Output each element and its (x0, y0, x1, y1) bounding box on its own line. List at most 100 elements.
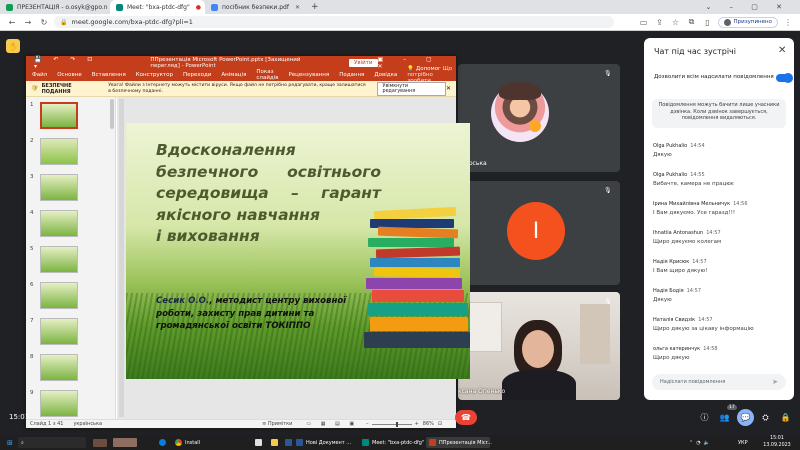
taskbar-clock[interactable]: 15:01 13.09.2023 (760, 436, 794, 449)
ppt-ribbon-tabs: Файл Основне Вставлення Конструктор Пере… (26, 66, 456, 84)
body-shape (502, 370, 576, 400)
activities-icon[interactable]: ⛭ (757, 409, 774, 426)
quick-access-toolbar[interactable]: 💾 ↶ ↷ ⊡ ▾ (34, 56, 98, 70)
taskbar-app-explorer[interactable] (268, 437, 281, 448)
new-tab-button[interactable]: + (311, 2, 319, 12)
tab-view[interactable]: Подання (339, 72, 364, 78)
participant-tile-3[interactable]: 🎙 ксана Опенько (458, 292, 620, 400)
avatar (491, 82, 549, 142)
edge-icon (159, 439, 166, 446)
chat-info-note: Повідомлення можуть бачити лише учасники… (652, 99, 786, 128)
windows-taskbar: ⊞ ⌕ Install Нові Документ ... Meet: "bxa… (0, 435, 800, 450)
chrome-icon (175, 439, 182, 446)
lock-icon: 🔒 (60, 18, 68, 26)
send-icon[interactable]: ➤ (772, 378, 778, 386)
mail-icon (285, 439, 292, 446)
slide-thumbnail[interactable] (40, 318, 78, 345)
people-icon[interactable]: 👥 (716, 409, 733, 426)
tray-icons[interactable]: ⌃ ◔ 🔈 (686, 437, 713, 448)
tab-slideshow[interactable]: Показ слайдів (256, 69, 278, 81)
chat-message: Наталія Свидзік 14:57 Щиро дякую за цікав… (653, 317, 754, 332)
taskbar-app-word[interactable]: Нові Документ ... (293, 437, 355, 448)
chat-message: Ihnatiia Antonashun 14:57 Щиро дякуємо ко… (653, 230, 722, 245)
close-icon[interactable]: ✕ (446, 85, 451, 92)
slide-thumbnail[interactable] (40, 246, 78, 273)
participant-tile-1[interactable]: 🎙 атурська (458, 64, 620, 172)
tab-help[interactable]: Довідка (374, 72, 397, 78)
browser-tab-presentation[interactable]: ПРЕЗЕНТАЦІЯ - o.osyk@gpo.n ✕ (0, 0, 110, 14)
chat-message: Надія Бодія 14:57 Дякую (653, 288, 702, 303)
taskbar-app-meet[interactable]: Meet: "bxa-ptdc-dfg" (359, 437, 424, 448)
chat-message: Olga Pukhalio 14:54 Дякую (653, 143, 705, 158)
camera-icon[interactable]: ▭ (638, 18, 650, 27)
sidebar-icon[interactable]: ▯ (702, 18, 714, 27)
record-icon: ● (195, 3, 201, 11)
chat-title: Чат під час зустрічі (654, 47, 736, 56)
signin-button[interactable]: Увійти (349, 58, 378, 67)
tab-home[interactable]: Основне (57, 72, 82, 78)
slide-thumbnail[interactable] (40, 174, 78, 201)
search-icon: ⌕ (21, 439, 24, 446)
meet-control-bar: 15:01 ☎ ⓘ 👥 17 💬 ⛭ 🔒 (0, 403, 800, 435)
tab-design[interactable]: Конструктор (136, 72, 173, 78)
protected-view-bar: 🛡 БЕЗПЕЧНЕ ПОДАННЯ Увага! Файли з Інтерн… (26, 81, 456, 97)
task-view-button[interactable] (90, 437, 110, 448)
taskbar-app-edge[interactable] (156, 437, 169, 448)
taskbar-app-chrome[interactable]: Install (172, 437, 203, 448)
window-controls[interactable]: ⌄ – ▢ ✕ (705, 3, 790, 11)
windows-icon: ⊞ (7, 438, 13, 447)
url-field[interactable]: 🔒 meet.google.com/bxa-ptdc-dfg?pli=1 (54, 16, 614, 28)
taskbar-app-powerpoint[interactable]: ППрезентація Micr... (426, 437, 492, 448)
participant-tile-2[interactable]: І 🎙 а (458, 181, 620, 285)
menu-icon[interactable]: ⋮ (782, 18, 794, 27)
reload-icon[interactable]: ↻ (38, 18, 50, 27)
back-icon[interactable]: ← (6, 18, 18, 27)
taskbar-search[interactable]: ⌕ (18, 437, 86, 448)
hand-raise-icon[interactable]: ✋ (6, 39, 20, 53)
slide-thumbnail[interactable] (40, 354, 78, 381)
book-stack-image (364, 206, 470, 379)
tab-file[interactable]: Файл (32, 72, 47, 78)
close-icon[interactable]: ✕ (295, 4, 300, 11)
start-button[interactable]: ⊞ (4, 437, 16, 448)
participants-badge: 17 (727, 405, 737, 410)
hang-up-button[interactable]: ☎ (455, 410, 477, 425)
share-icon[interactable]: ⇪ (654, 18, 666, 27)
mic-off-icon: 🎙 (604, 187, 612, 194)
extensions-icon[interactable]: ⧉ (686, 17, 698, 27)
tab-review[interactable]: Рецензування (288, 72, 329, 78)
slide-editor: Вдосконалення безпечного освітнього сере… (117, 97, 470, 419)
star-icon[interactable]: ☆ (670, 18, 682, 27)
ppt-titlebar: 💾 ↶ ↷ ⊡ ▾ ППрезентація Microsoft PowerPo… (26, 56, 456, 70)
widgets-button[interactable] (110, 437, 140, 448)
slide-thumbnail[interactable] (40, 282, 78, 309)
chat-icon[interactable]: 💬 (737, 409, 754, 426)
keyboard-language[interactable]: УКР (735, 437, 751, 448)
host-controls-icon[interactable]: 🔒 (777, 409, 794, 426)
taskbar-app-calendar[interactable] (252, 437, 265, 448)
slide-thumbnail[interactable] (40, 138, 78, 165)
editor-scrollbar[interactable] (119, 99, 124, 417)
slide-thumbnail[interactable] (40, 210, 78, 237)
browser-tab-pdf[interactable]: посібник безпеки.pdf ✕ (205, 0, 305, 14)
chat-message-input[interactable]: Надіслати повідомлення ➤ (652, 374, 786, 390)
tab-animations[interactable]: Анімація (221, 72, 246, 78)
meeting-time: 15:01 (9, 413, 30, 421)
allow-messages-toggle[interactable] (776, 73, 793, 83)
info-icon[interactable]: ⓘ (696, 409, 713, 426)
profile-paused-button[interactable]: Призупинено (717, 16, 778, 28)
slide-canvas[interactable]: Вдосконалення безпечного освітнього сере… (126, 123, 470, 379)
hat-shape (499, 82, 541, 100)
tab-insert[interactable]: Вставлення (92, 72, 126, 78)
enable-editing-button[interactable]: Увімкнути редагування (376, 81, 446, 96)
thumbnails-scrollbar[interactable] (110, 99, 114, 129)
close-icon[interactable]: ✕ (778, 45, 786, 56)
slide-thumbnail[interactable] (40, 102, 78, 129)
tab-transitions[interactable]: Переходи (183, 72, 211, 78)
widgets-icon (93, 438, 107, 447)
browser-address-bar: ← → ↻ 🔒 meet.google.com/bxa-ptdc-dfg?pli… (0, 14, 800, 31)
browser-tab-meet[interactable]: Meet: "bxa-ptdc-dfg" ● ✕ (110, 0, 205, 14)
meet-icon (362, 439, 369, 446)
calendar-icon (255, 439, 262, 446)
forward-icon[interactable]: → (22, 18, 34, 27)
